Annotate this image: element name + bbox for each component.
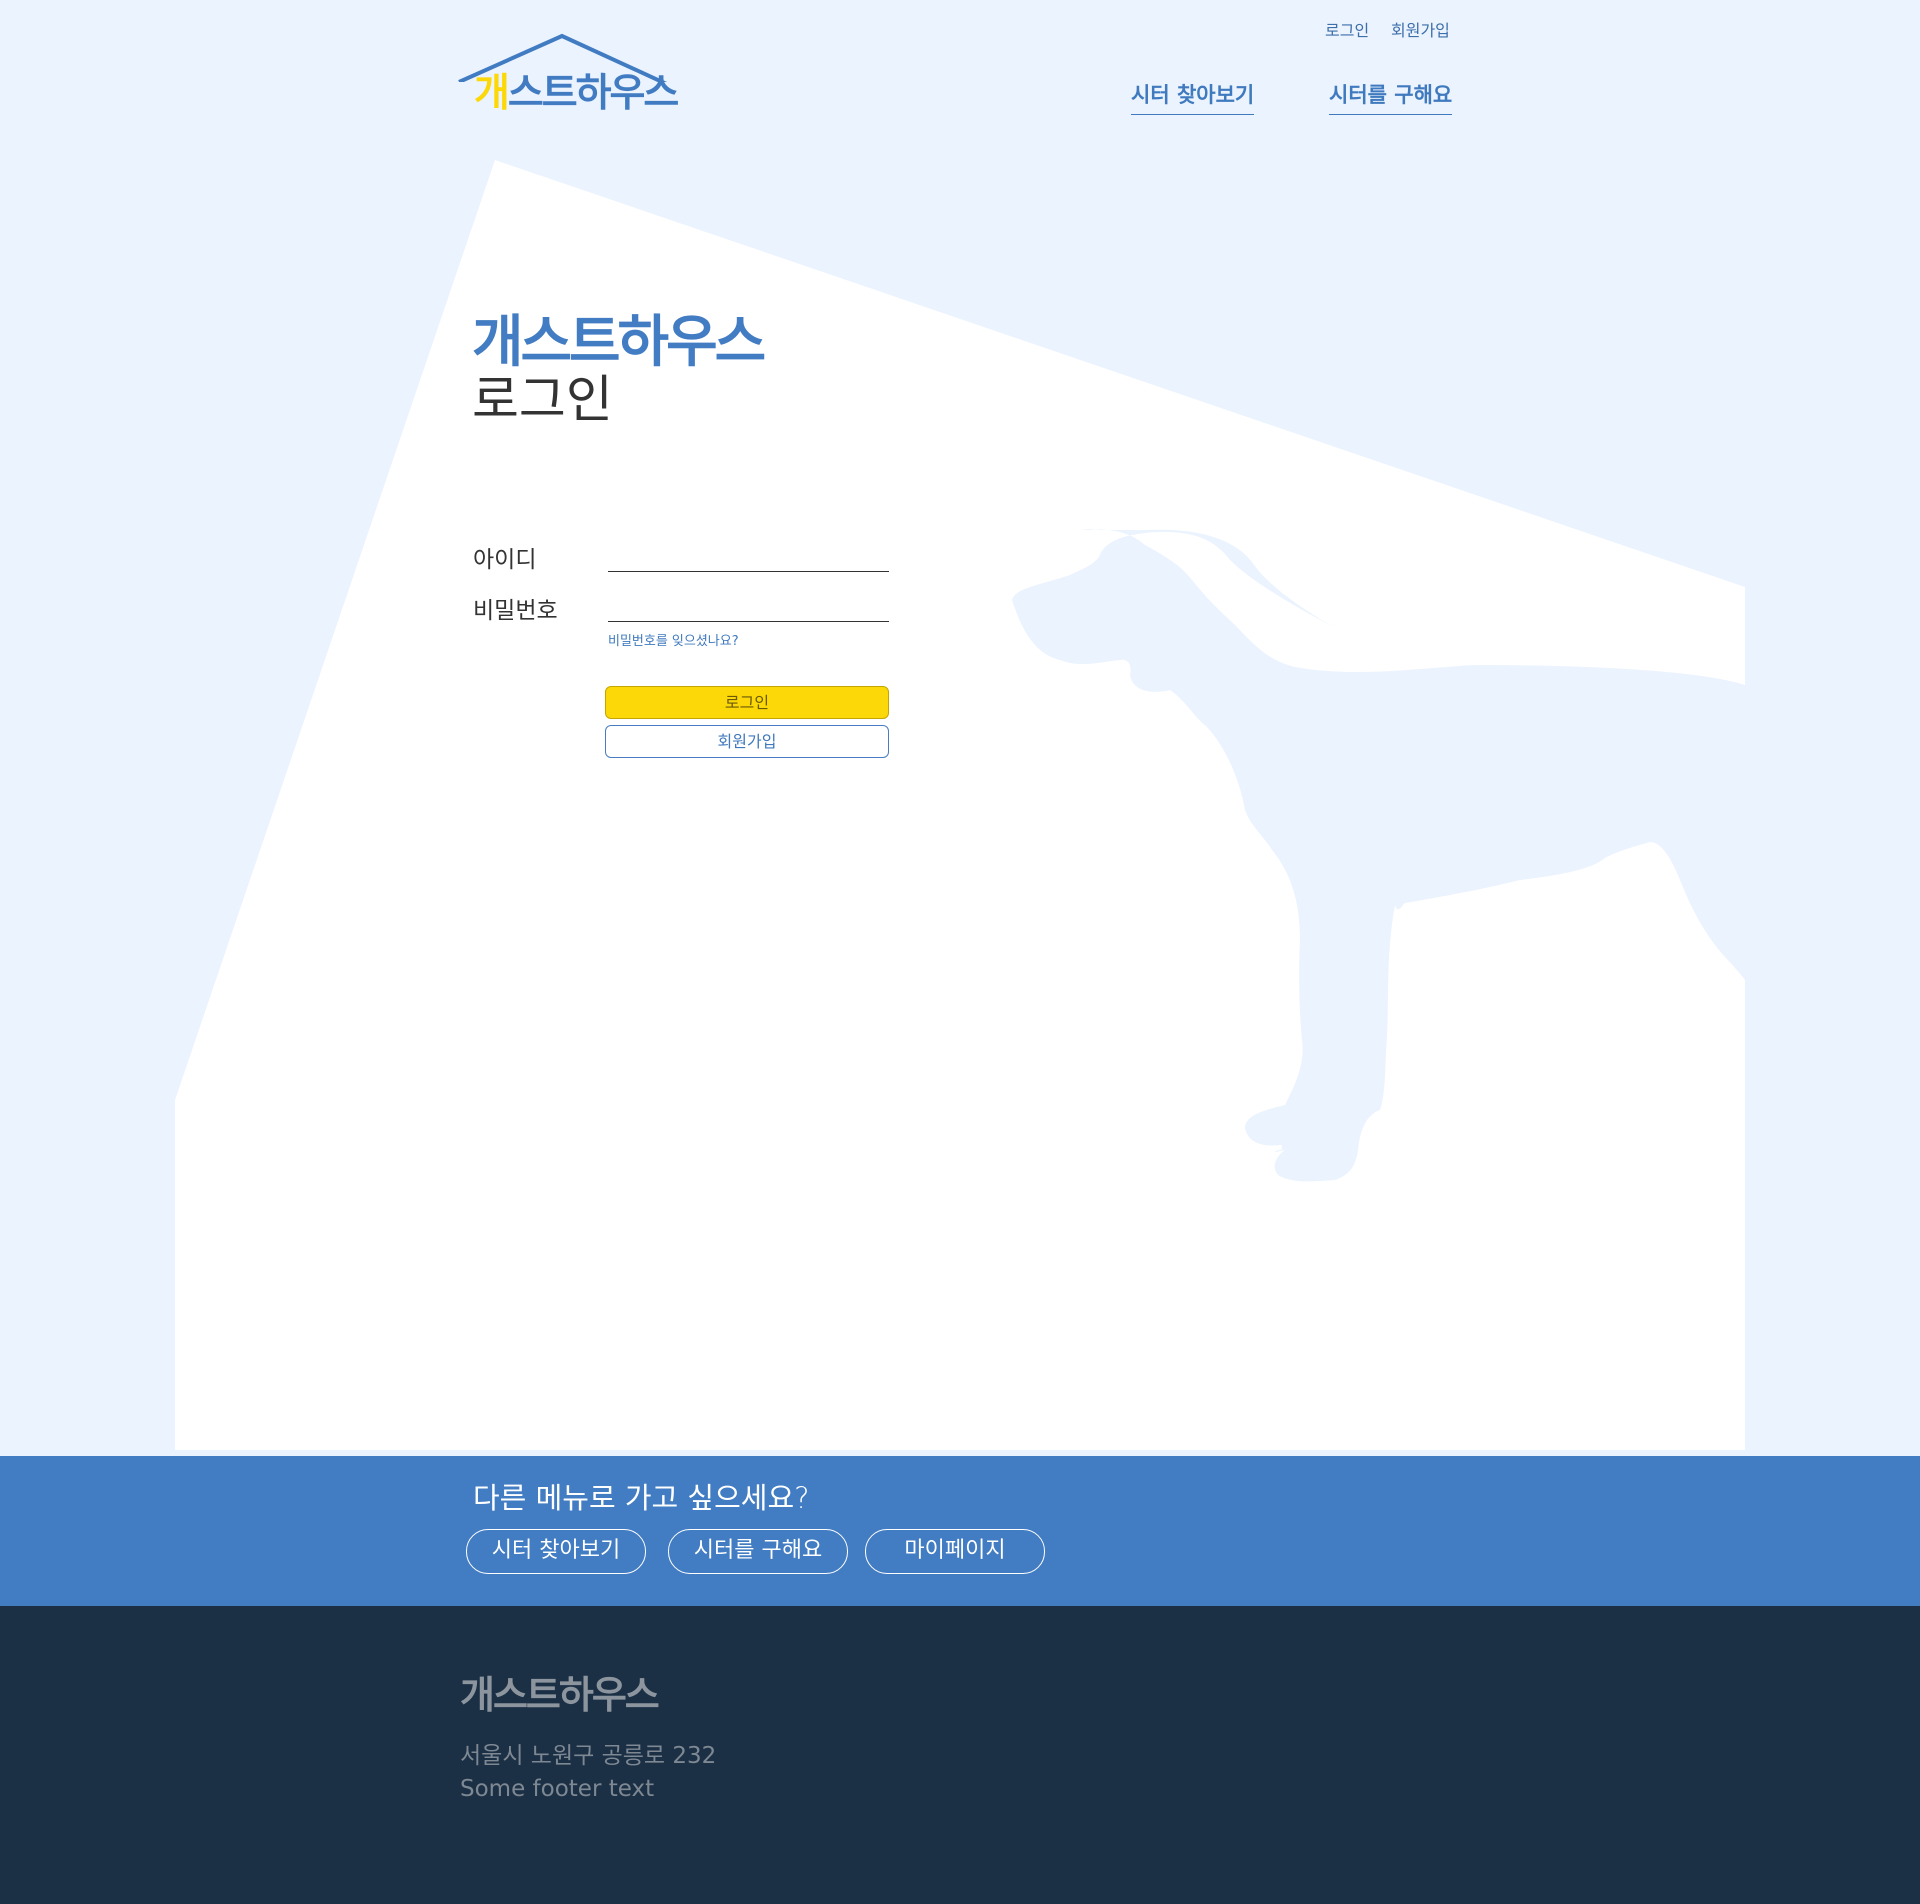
id-label: 아이디 [473,547,537,573]
footer-brand: 개스트하우스 [460,1673,660,1717]
forgot-password-link[interactable]: 비밀번호를 잊으셨나요? [608,632,739,652]
footer-address: 서울시 노원구 공릉로 232 [460,1743,717,1769]
nav-request-sitter[interactable]: 시터를 구해요 [1329,80,1453,115]
other-menu-title: 다른 메뉴로 가고 싶으세요? [473,1481,810,1515]
password-input[interactable] [608,590,889,622]
logo-rest-chars: 스트하우스 [507,71,679,116]
signup-button[interactable]: 회원가입 [605,725,889,758]
menu-find-sitter-button[interactable]: 시터 찾아보기 [466,1529,646,1574]
footer-text: Some footer text [460,1776,655,1802]
login-button[interactable]: 로그인 [605,686,889,719]
logo-wordmark: 개스트하우스 [474,71,679,116]
id-input[interactable] [608,540,889,572]
nav-find-sitter[interactable]: 시터 찾아보기 [1131,80,1255,115]
menu-request-sitter-button[interactable]: 시터를 구해요 [668,1529,848,1574]
password-label: 비밀번호 [473,598,558,624]
footer [0,1606,1920,1904]
header-login-link[interactable]: 로그인 [1325,20,1369,42]
logo-first-char: 개 [474,71,510,116]
site-logo[interactable]: 개스트하우스 [456,32,679,122]
header-signup-link[interactable]: 회원가입 [1391,20,1450,42]
page-title: 로그인 [472,371,613,430]
menu-mypage-button[interactable]: 마이페이지 [865,1529,1045,1574]
